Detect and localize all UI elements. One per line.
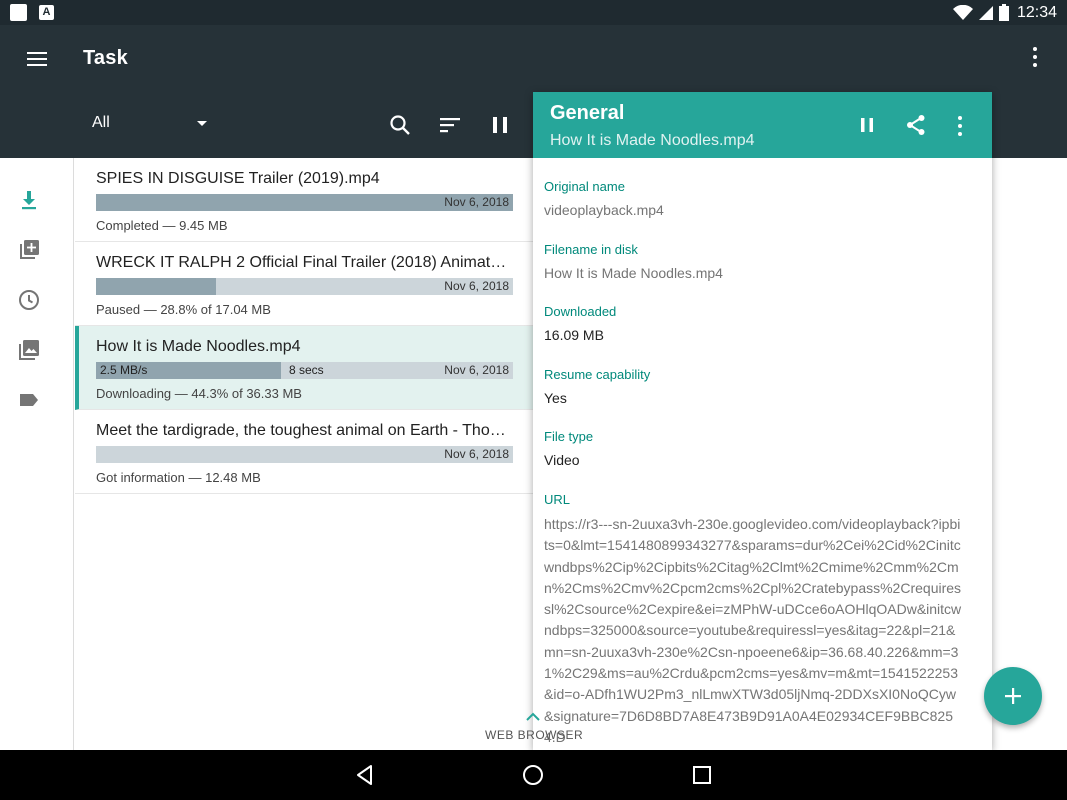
progress-fill bbox=[96, 278, 217, 295]
share-icon[interactable] bbox=[904, 113, 928, 137]
date-label: Nov 6, 2018 bbox=[444, 279, 509, 293]
menu-icon[interactable] bbox=[27, 52, 47, 66]
status-bar: A 12:34 bbox=[0, 0, 1067, 25]
nav-rail bbox=[0, 158, 74, 750]
date-label: Nov 6, 2018 bbox=[444, 363, 509, 377]
pause-icon[interactable] bbox=[855, 113, 879, 137]
home-icon[interactable] bbox=[521, 763, 545, 787]
add-download-button[interactable] bbox=[984, 667, 1042, 725]
field-value: Yes bbox=[544, 390, 567, 406]
list-item[interactable]: SPIES IN DISGUISE Trailer (2019).mp4 Nov… bbox=[75, 158, 533, 242]
list-item[interactable]: WRECK IT RALPH 2 Official Final Trailer … bbox=[75, 242, 533, 326]
url-label: URL bbox=[544, 492, 571, 507]
field-value: videoplayback.mp4 bbox=[544, 202, 664, 218]
field-label: Original name bbox=[544, 179, 625, 194]
sort-icon[interactable] bbox=[438, 113, 462, 137]
dropdown-arrow-icon bbox=[197, 121, 207, 126]
web-browser-label[interactable]: WEB BROWSER bbox=[485, 728, 583, 742]
field-value: How It is Made Noodles.mp4 bbox=[544, 265, 723, 281]
date-label: Nov 6, 2018 bbox=[444, 447, 509, 461]
wifi-icon bbox=[952, 4, 973, 20]
category-filter-value: All bbox=[92, 114, 110, 131]
notification-app-icon: A bbox=[39, 5, 54, 20]
field-label: Filename in disk bbox=[544, 242, 638, 257]
status-text: Downloading — 44.3% of 36.33 MB bbox=[96, 386, 302, 401]
status-text: Paused — 28.8% of 17.04 MB bbox=[96, 302, 271, 317]
back-icon[interactable] bbox=[353, 763, 377, 787]
page-title: Task bbox=[83, 47, 128, 69]
field-label: Resume capability bbox=[544, 367, 651, 382]
field-value: 16.09 MB bbox=[544, 327, 604, 343]
gallery-icon[interactable] bbox=[17, 338, 41, 362]
download-icon[interactable] bbox=[17, 188, 41, 212]
file-name: Meet the tardigrade, the toughest animal… bbox=[96, 422, 508, 439]
clock: 12:34 bbox=[1016, 3, 1057, 21]
url-value: https://r3---sn-2uuxa3vh-230e.googlevide… bbox=[544, 516, 962, 745]
date-label: Nov 6, 2018 bbox=[444, 195, 509, 209]
plus-icon bbox=[1005, 688, 1021, 704]
status-text: Got information — 12.48 MB bbox=[96, 470, 261, 485]
detail-header: General How It is Made Noodles.mp4 bbox=[533, 92, 992, 158]
pause-all-icon[interactable] bbox=[488, 113, 512, 137]
add-queue-icon[interactable] bbox=[17, 238, 41, 262]
system-nav-bar bbox=[0, 750, 1067, 800]
detail-title: General bbox=[550, 102, 625, 124]
file-name: WRECK IT RALPH 2 Official Final Trailer … bbox=[96, 254, 508, 271]
chevron-up-icon[interactable] bbox=[526, 712, 540, 722]
notification-icon bbox=[10, 4, 27, 21]
overflow-menu-icon[interactable] bbox=[1028, 47, 1042, 71]
list-item[interactable]: How It is Made Noodles.mp4 2.5 MB/s 8 se… bbox=[75, 326, 533, 410]
detail-overflow-icon[interactable] bbox=[948, 116, 972, 136]
recents-icon[interactable] bbox=[690, 763, 714, 787]
status-text: Completed — 9.45 MB bbox=[96, 218, 228, 233]
download-list: SPIES IN DISGUISE Trailer (2019).mp4 Nov… bbox=[75, 158, 533, 750]
search-icon[interactable] bbox=[388, 113, 412, 137]
list-item[interactable]: Meet the tardigrade, the toughest animal… bbox=[75, 410, 533, 494]
history-icon[interactable] bbox=[17, 288, 41, 312]
detail-subtitle: How It is Made Noodles.mp4 bbox=[550, 132, 755, 149]
label-icon[interactable] bbox=[17, 388, 41, 412]
progress-bar: 2.5 MB/s 8 secs Nov 6, 2018 bbox=[96, 362, 513, 379]
field-value: Video bbox=[544, 452, 580, 468]
progress-bar: Nov 6, 2018 bbox=[96, 446, 513, 463]
progress-bar: Nov 6, 2018 bbox=[96, 194, 513, 211]
detail-panel: General How It is Made Noodles.mp4 Origi… bbox=[533, 92, 992, 750]
field-label: Downloaded bbox=[544, 304, 617, 319]
category-filter-dropdown[interactable]: All bbox=[92, 114, 212, 138]
field-label: File type bbox=[544, 429, 594, 444]
file-name: SPIES IN DISGUISE Trailer (2019).mp4 bbox=[96, 170, 380, 187]
eta-label: 8 secs bbox=[289, 363, 324, 377]
battery-icon bbox=[998, 4, 1009, 21]
file-name: How It is Made Noodles.mp4 bbox=[96, 338, 301, 355]
signal-icon bbox=[978, 5, 993, 20]
speed-label: 2.5 MB/s bbox=[100, 363, 148, 377]
progress-bar: Nov 6, 2018 bbox=[96, 278, 513, 295]
